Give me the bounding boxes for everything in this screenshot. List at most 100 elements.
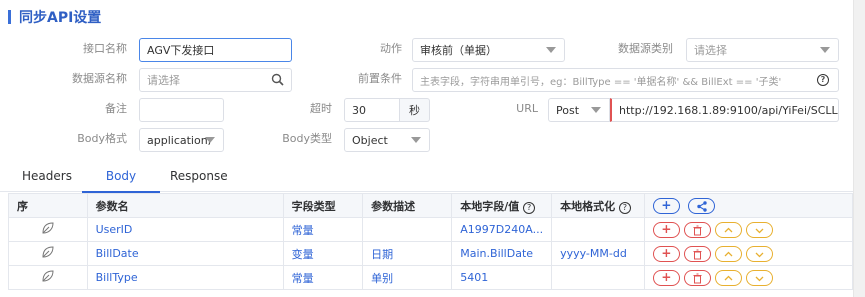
- row-marker: [8, 217, 88, 242]
- chevron-down-icon: [205, 137, 215, 143]
- tab-body[interactable]: Body: [82, 164, 160, 193]
- param-name-cell[interactable]: BillDate: [86, 241, 284, 266]
- param-desc-cell[interactable]: [362, 217, 453, 242]
- local-format-cell[interactable]: yyyy-MM-dd: [551, 241, 645, 266]
- page-title: 同步API设置: [19, 10, 102, 26]
- delete-row-button[interactable]: [683, 269, 711, 286]
- chevron-down-icon: [755, 228, 764, 233]
- move-up-button[interactable]: [714, 269, 742, 286]
- share-button[interactable]: [687, 197, 715, 214]
- url-method-select[interactable]: Post: [548, 98, 610, 122]
- body-format-select[interactable]: application,: [139, 128, 224, 152]
- params-table: 序 参数名 字段类型 参数描述 本地字段/值 ? 本地格式化 ? + UserI…: [8, 193, 854, 290]
- remark-label: 备注: [105, 102, 127, 115]
- param-desc-cell[interactable]: 单别: [362, 265, 453, 290]
- chevron-down-icon: [820, 47, 830, 53]
- local-format-cell[interactable]: [551, 265, 645, 290]
- remark-input[interactable]: [139, 98, 224, 122]
- precondition-label: 前置条件: [358, 72, 402, 85]
- ds-category-select[interactable]: 请选择: [686, 38, 839, 62]
- leaf-icon: [41, 222, 55, 237]
- ds-name-label: 数据源名称: [72, 72, 127, 85]
- chevron-down-icon: [411, 137, 421, 143]
- chevron-down-icon: [755, 276, 764, 281]
- insert-row-button[interactable]: +: [652, 221, 680, 238]
- delete-row-button[interactable]: [683, 221, 711, 238]
- trash-icon: [693, 273, 702, 283]
- body-type-select[interactable]: Object: [344, 128, 430, 152]
- timeout-label: 超时: [310, 102, 332, 115]
- timeout-value: 30: [352, 103, 366, 117]
- param-type-cell[interactable]: 常量: [282, 217, 364, 242]
- table-row[interactable]: UserID 常量 A1997D240A... +: [8, 217, 854, 242]
- title-accent: [8, 10, 11, 24]
- local-value-cell[interactable]: Main.BillDate: [451, 241, 553, 266]
- row-actions-cell: +: [643, 217, 854, 242]
- ds-category-placeholder: 请选择: [694, 44, 727, 57]
- local-value-cell[interactable]: A1997D240A...: [451, 217, 553, 242]
- row-marker: [8, 265, 88, 290]
- col-desc-header: 参数描述: [362, 193, 453, 218]
- chevron-up-icon: [724, 275, 733, 280]
- action-value: 审核前（单据）: [420, 44, 497, 57]
- iface-name-label: 接口名称: [83, 42, 127, 55]
- help-circle-icon[interactable]: ?: [618, 201, 631, 214]
- iface-name-value: AGV下发接口: [147, 44, 215, 57]
- table-row[interactable]: BillType 常量 单别 5401 +: [8, 265, 854, 290]
- action-label: 动作: [380, 42, 402, 55]
- timeout-input[interactable]: 30: [344, 98, 400, 122]
- tab-response[interactable]: Response: [170, 164, 228, 192]
- search-icon[interactable]: [270, 73, 284, 87]
- move-up-button[interactable]: [714, 221, 742, 238]
- add-row-button[interactable]: +: [652, 197, 680, 214]
- insert-row-button[interactable]: +: [652, 269, 680, 286]
- ds-name-placeholder: 请选择: [147, 74, 180, 87]
- move-down-button[interactable]: [745, 269, 773, 286]
- delete-row-button[interactable]: [683, 245, 711, 262]
- col-type-header: 字段类型: [282, 193, 364, 218]
- share-icon: [697, 200, 707, 212]
- action-select[interactable]: 审核前（单据）: [412, 38, 565, 62]
- leaf-icon: [41, 246, 55, 261]
- insert-row-button[interactable]: +: [652, 245, 680, 262]
- param-name-cell[interactable]: BillType: [86, 265, 284, 290]
- precondition-placeholder: 主表字段，字符串用单引号，eg：BillType == '单据名称' && Bi…: [420, 76, 782, 88]
- col-format-header: 本地格式化 ?: [551, 193, 645, 218]
- help-circle-icon[interactable]: ?: [817, 74, 831, 88]
- tab-headers[interactable]: Headers: [22, 164, 72, 192]
- move-down-button[interactable]: [745, 221, 773, 238]
- move-up-button[interactable]: [714, 245, 742, 262]
- body-format-value: application,: [147, 133, 212, 147]
- trash-icon: [693, 225, 702, 235]
- col-local-header: 本地字段/值 ?: [451, 193, 553, 218]
- col-name-header: 参数名: [86, 193, 284, 218]
- tab-bar: Headers Body Response: [0, 164, 853, 193]
- url-input[interactable]: http://192.168.1.89:9100/api/YiFei/SCLLD…: [610, 98, 839, 122]
- move-down-button[interactable]: [745, 245, 773, 262]
- vertical-scrollbar[interactable]: [853, 0, 865, 297]
- col-actions-header: +: [643, 193, 854, 218]
- iface-name-input[interactable]: AGV下发接口: [139, 38, 292, 62]
- ds-category-label: 数据源类别: [618, 42, 673, 55]
- chevron-down-icon: [755, 252, 764, 257]
- timeout-unit: 秒: [400, 98, 430, 122]
- help-circle-icon[interactable]: ?: [523, 201, 536, 214]
- body-type-value: Object: [352, 133, 388, 147]
- local-value-cell[interactable]: 5401: [451, 265, 553, 290]
- param-type-cell[interactable]: 变量: [282, 241, 364, 266]
- local-format-cell[interactable]: [551, 217, 645, 242]
- page-title-bar: 同步API设置: [8, 8, 101, 26]
- param-name-cell[interactable]: UserID: [86, 217, 284, 242]
- table-header-row: 序 参数名 字段类型 参数描述 本地字段/值 ? 本地格式化 ? +: [8, 193, 854, 218]
- col-index-header: 序: [8, 193, 88, 218]
- row-marker: [8, 241, 88, 266]
- body-format-label: Body格式: [77, 132, 127, 145]
- row-actions-cell: +: [643, 241, 854, 266]
- table-row[interactable]: BillDate 变量 日期 Main.BillDate yyyy-MM-dd +: [8, 241, 854, 266]
- param-type-cell[interactable]: 常量: [282, 265, 364, 290]
- row-actions-cell: +: [643, 265, 854, 290]
- ds-name-input[interactable]: 请选择: [139, 68, 292, 92]
- leaf-icon: [41, 270, 55, 285]
- param-desc-cell[interactable]: 日期: [362, 241, 453, 266]
- precondition-input[interactable]: 主表字段，字符串用单引号，eg：BillType == '单据名称' && Bi…: [412, 68, 839, 92]
